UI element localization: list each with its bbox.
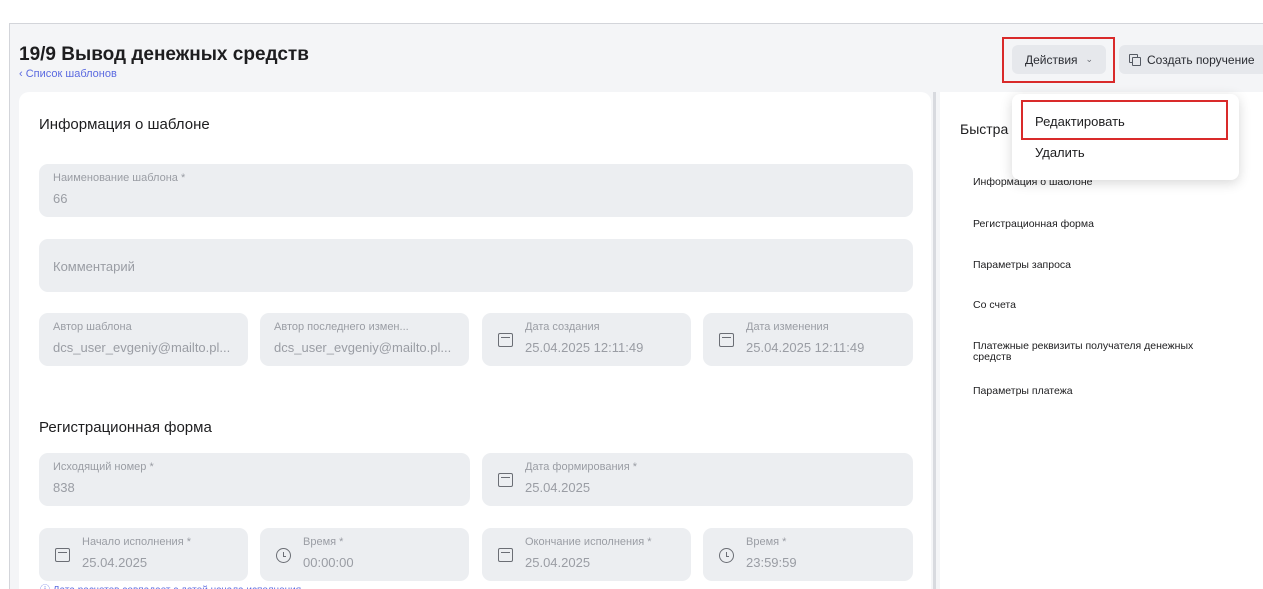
calendar-icon bbox=[719, 333, 734, 347]
created-date-label: Дата создания bbox=[525, 321, 600, 333]
create-order-label: Создать поручение bbox=[1147, 52, 1255, 67]
calendar-icon bbox=[55, 548, 70, 562]
section-title-template-info: Информация о шаблоне bbox=[39, 116, 210, 133]
last-editor-field[interactable]: Автор последнего измен... dcs_user_evgen… bbox=[260, 313, 469, 366]
comment-placeholder: Комментарий bbox=[53, 259, 135, 274]
end-date-label: Окончание исполнения * bbox=[525, 536, 652, 548]
end-time-label: Время * bbox=[746, 536, 787, 548]
start-date-label: Начало исполнения * bbox=[82, 536, 191, 548]
outgoing-number-value: 838 bbox=[53, 480, 75, 495]
start-date-value: 25.04.2025 bbox=[82, 555, 148, 570]
calendar-icon bbox=[498, 473, 513, 487]
quick-nav-item-from-account[interactable]: Со счета bbox=[973, 300, 1233, 311]
start-date-field[interactable]: Начало исполнения * 25.04.2025 bbox=[39, 528, 248, 581]
end-date-field[interactable]: Окончание исполнения * 25.04.2025 bbox=[482, 528, 691, 581]
clock-icon bbox=[719, 548, 734, 563]
clock-icon bbox=[276, 548, 291, 563]
actions-dropdown-menu bbox=[1012, 94, 1239, 180]
author-field[interactable]: Автор шаблона dcs_user_evgeniy@mailto.pl… bbox=[39, 313, 248, 366]
modified-date-value: 25.04.2025 12:11:49 bbox=[746, 340, 865, 355]
last-editor-value: dcs_user_evgeniy@mailto.pl... bbox=[274, 340, 452, 355]
start-time-value: 00:00:00 bbox=[303, 555, 354, 570]
actions-button[interactable]: Действия ⌄ bbox=[1012, 45, 1106, 74]
start-time-label: Время * bbox=[303, 536, 344, 548]
created-date-value: 25.04.2025 12:11:49 bbox=[525, 340, 644, 355]
author-value: dcs_user_evgeniy@mailto.pl... bbox=[53, 340, 231, 355]
modified-date-label: Дата изменения bbox=[746, 321, 829, 333]
quick-nav-item-request-params[interactable]: Параметры запроса bbox=[973, 260, 1233, 271]
start-time-field[interactable]: Время * 00:00:00 bbox=[260, 528, 469, 581]
created-date-field[interactable]: Дата создания 25.04.2025 12:11:49 bbox=[482, 313, 691, 366]
calendar-icon bbox=[498, 333, 513, 347]
formation-date-field[interactable]: Дата формирования * 25.04.2025 bbox=[482, 453, 913, 506]
author-label: Автор шаблона bbox=[53, 321, 132, 333]
formation-date-value: 25.04.2025 bbox=[525, 480, 591, 495]
modified-date-field[interactable]: Дата изменения 25.04.2025 12:11:49 bbox=[703, 313, 913, 366]
template-name-label: Наименование шаблона * bbox=[53, 172, 186, 184]
quick-nav-item-recipient-details[interactable]: Платежные реквизиты получателя денежных … bbox=[973, 341, 1203, 363]
end-time-value: 23:59:59 bbox=[746, 555, 797, 570]
settlement-date-hint: ⓘ Дата расчетов совпадает с датой начала… bbox=[40, 581, 301, 589]
last-editor-label: Автор последнего измен... bbox=[274, 321, 409, 333]
actions-button-label: Действия bbox=[1024, 52, 1078, 67]
chevron-down-icon: ⌄ bbox=[1085, 54, 1094, 64]
create-order-button[interactable]: Создать поручение bbox=[1119, 45, 1263, 74]
quick-nav-item-payment-params[interactable]: Параметры платежа bbox=[973, 386, 1233, 397]
outgoing-number-field[interactable]: Исходящий номер * 838 bbox=[39, 453, 470, 506]
menu-item-delete[interactable]: Удалить bbox=[1035, 145, 1085, 160]
quick-nav-title: Быстра bbox=[960, 121, 1009, 137]
copy-icon bbox=[1129, 54, 1141, 66]
outgoing-number-label: Исходящий номер * bbox=[53, 461, 154, 473]
end-time-field[interactable]: Время * 23:59:59 bbox=[703, 528, 913, 581]
section-title-registration: Регистрационная форма bbox=[39, 419, 212, 436]
calendar-icon bbox=[498, 548, 513, 562]
comment-field[interactable]: Комментарий bbox=[39, 239, 913, 292]
breadcrumb-templates-link[interactable]: ‹ Список шаблонов bbox=[19, 68, 117, 80]
page-title: 19/9 Вывод денежных средств bbox=[19, 44, 309, 65]
menu-item-edit[interactable]: Редактировать bbox=[1035, 114, 1125, 129]
formation-date-label: Дата формирования * bbox=[525, 461, 637, 473]
quick-nav-item-registration[interactable]: Регистрационная форма bbox=[973, 219, 1233, 230]
template-name-field[interactable]: Наименование шаблона * 66 bbox=[39, 164, 913, 217]
panel-splitter[interactable] bbox=[933, 92, 936, 589]
end-date-value: 25.04.2025 bbox=[525, 555, 591, 570]
template-name-value: 66 bbox=[53, 191, 68, 206]
